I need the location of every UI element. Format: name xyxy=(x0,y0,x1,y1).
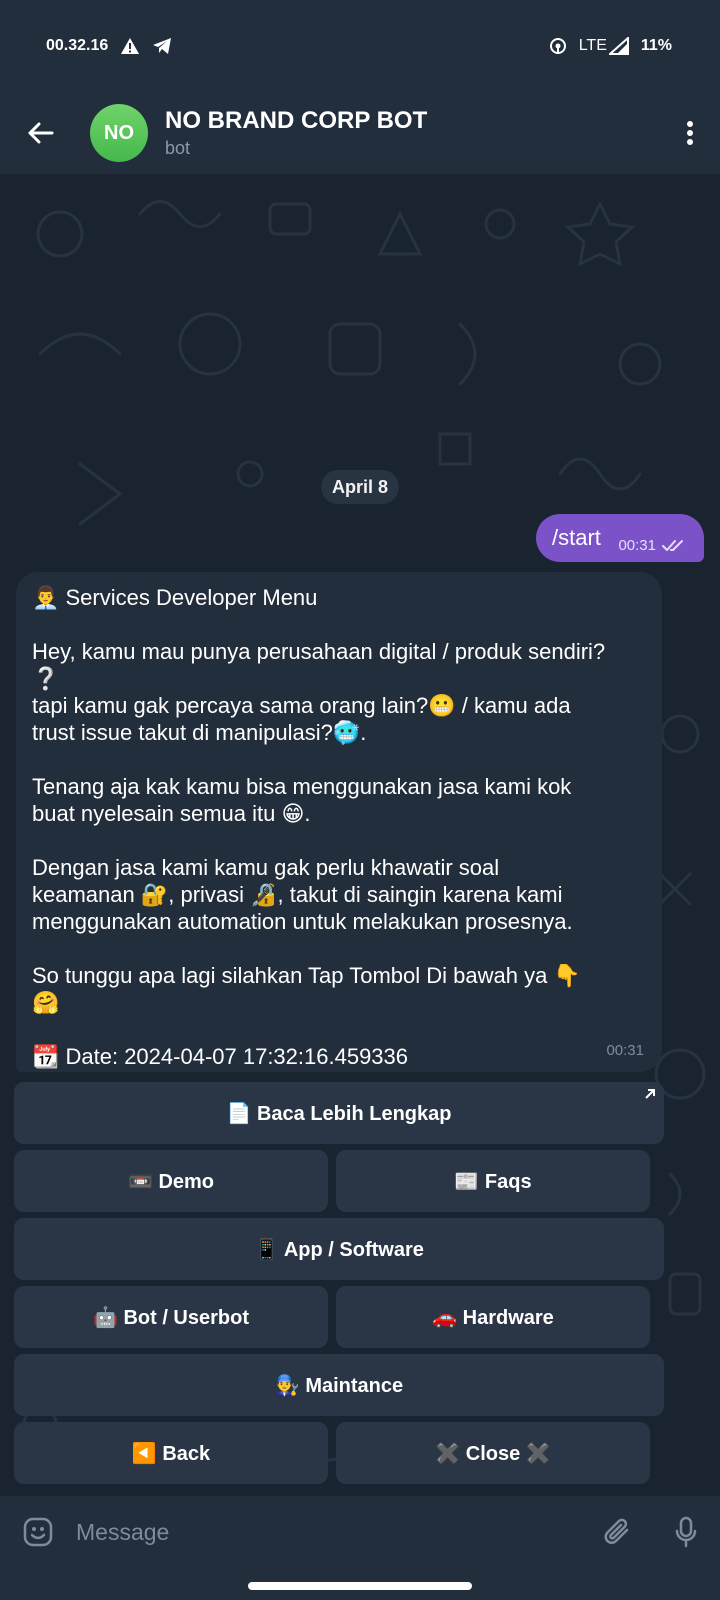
outgoing-message[interactable]: /start 00:31 xyxy=(536,514,704,562)
hardware-label: 🚗 Hardware xyxy=(432,1306,554,1329)
message-input[interactable] xyxy=(76,1518,584,1546)
incoming-message[interactable]: 👨‍💼 Services Developer Menu Hey, kamu ma… xyxy=(16,572,662,1072)
emoji-button[interactable] xyxy=(0,1516,76,1548)
home-gesture-handle[interactable] xyxy=(248,1582,472,1590)
battery-label: 11% xyxy=(640,37,672,54)
back-arrow-icon xyxy=(28,122,54,144)
chat-title-area[interactable]: NO BRAND CORP BOT bot xyxy=(165,106,660,160)
message-line: Dengan jasa kami kamu gak perlu khawatir… xyxy=(32,855,500,880)
message-line-gap xyxy=(32,1016,646,1043)
message-line-gap xyxy=(32,827,646,854)
paperclip-icon xyxy=(604,1518,629,1544)
signal-icon xyxy=(608,37,629,55)
message-input-bar xyxy=(0,1496,720,1568)
message-line: menggunakan automation untuk melakukan p… xyxy=(32,909,573,934)
hotspot-icon xyxy=(549,38,566,54)
chat-subtitle: bot xyxy=(165,138,191,158)
outgoing-message-text: /start xyxy=(552,525,601,550)
message-line-gap xyxy=(32,611,646,638)
more-options-button[interactable] xyxy=(660,92,720,174)
bot-avatar[interactable]: NO xyxy=(90,104,148,162)
warning-icon xyxy=(121,38,140,54)
maintance-button[interactable]: 👨‍🔧 Maintance xyxy=(14,1354,664,1416)
status-left: 00.32.16 xyxy=(46,37,172,55)
status-bar: 00.32.16 LTE 11% xyxy=(0,0,720,92)
faqs-button[interactable]: 📰 Faqs xyxy=(336,1150,650,1212)
back-label: ◀️ Back xyxy=(131,1442,211,1465)
faqs-label: 📰 Faqs xyxy=(454,1170,532,1193)
demo-button[interactable]: 📼 Demo xyxy=(14,1150,328,1212)
avatar-initials: NO xyxy=(104,121,134,144)
message-line-gap xyxy=(32,746,646,773)
outgoing-message-time: 00:31 xyxy=(618,537,656,554)
message-line: 📆 Date: 2024-04-07 17:32:16.459336 xyxy=(32,1044,409,1069)
message-line: So tunggu apa lagi silahkan Tap Tombol D… xyxy=(32,963,581,988)
close-label: ✖️ Close ✖️ xyxy=(435,1442,551,1465)
app-software-label: 📱 App / Software xyxy=(254,1238,424,1261)
message-line: buat nyelesain semua itu 😁. xyxy=(32,801,311,826)
status-time: 00.32.16 xyxy=(46,37,109,54)
message-line: Tenang aja kak kamu bisa menggunakan jas… xyxy=(32,774,572,799)
message-field-wrap xyxy=(76,1518,584,1546)
status-right: LTE 11% xyxy=(549,37,672,55)
bot-userbot-button[interactable]: 🤖 Bot / Userbot xyxy=(14,1286,328,1348)
telegram-icon xyxy=(153,38,172,54)
microphone-icon xyxy=(675,1516,697,1548)
close-button[interactable]: ✖️ Close ✖️ xyxy=(336,1422,650,1484)
maintance-label: 👨‍🔧 Maintance xyxy=(274,1374,404,1397)
date-chip: April 8 xyxy=(321,470,399,504)
incoming-message-time: 00:31 xyxy=(606,1042,644,1059)
chat-title: NO BRAND CORP BOT xyxy=(165,107,428,134)
message-line: Hey, kamu mau punya perusahaan digital /… xyxy=(32,639,606,664)
attach-button[interactable] xyxy=(584,1516,652,1548)
demo-label: 📼 Demo xyxy=(127,1170,215,1193)
message-line-gap xyxy=(32,935,646,962)
message-line: ❔ xyxy=(32,666,60,691)
app-software-button[interactable]: 📱 App / Software xyxy=(14,1218,664,1280)
external-link-icon xyxy=(645,1089,655,1099)
hardware-button[interactable]: 🚗 Hardware xyxy=(336,1286,650,1348)
read-more-label: 📄 Baca Lebih Lengkap xyxy=(226,1102,452,1125)
voice-button[interactable] xyxy=(652,1516,720,1548)
double-check-icon xyxy=(662,539,683,551)
bot-userbot-label: 🤖 Bot / Userbot xyxy=(92,1306,249,1329)
network-label: LTE xyxy=(578,37,607,54)
system-nav-bar xyxy=(0,1568,720,1600)
chat-area[interactable]: April 8 /start 00:31 👨‍💼 Services Develo… xyxy=(0,174,720,1496)
message-line: tapi kamu gak percaya sama orang lain?😬 … xyxy=(32,693,571,718)
read-more-button[interactable]: 📄 Baca Lebih Lengkap xyxy=(14,1082,664,1144)
emoji-sticker-icon xyxy=(23,1517,53,1547)
message-line: trust issue takut di manipulasi?🥶. xyxy=(32,720,367,745)
message-line: 🤗 xyxy=(32,990,60,1015)
outgoing-message-meta: 00:31 xyxy=(618,537,686,554)
back-arrow-button[interactable] xyxy=(0,92,80,174)
more-vertical-icon xyxy=(687,121,693,145)
chat-header: NO NO BRAND CORP BOT bot xyxy=(0,92,720,174)
back-button[interactable]: ◀️ Back xyxy=(14,1422,328,1484)
date-chip-label: April 8 xyxy=(331,476,388,497)
message-line: keamanan 🔐, privasi 🔏, takut di saingin … xyxy=(32,882,563,907)
message-line: 👨‍💼 Services Developer Menu xyxy=(32,585,318,610)
